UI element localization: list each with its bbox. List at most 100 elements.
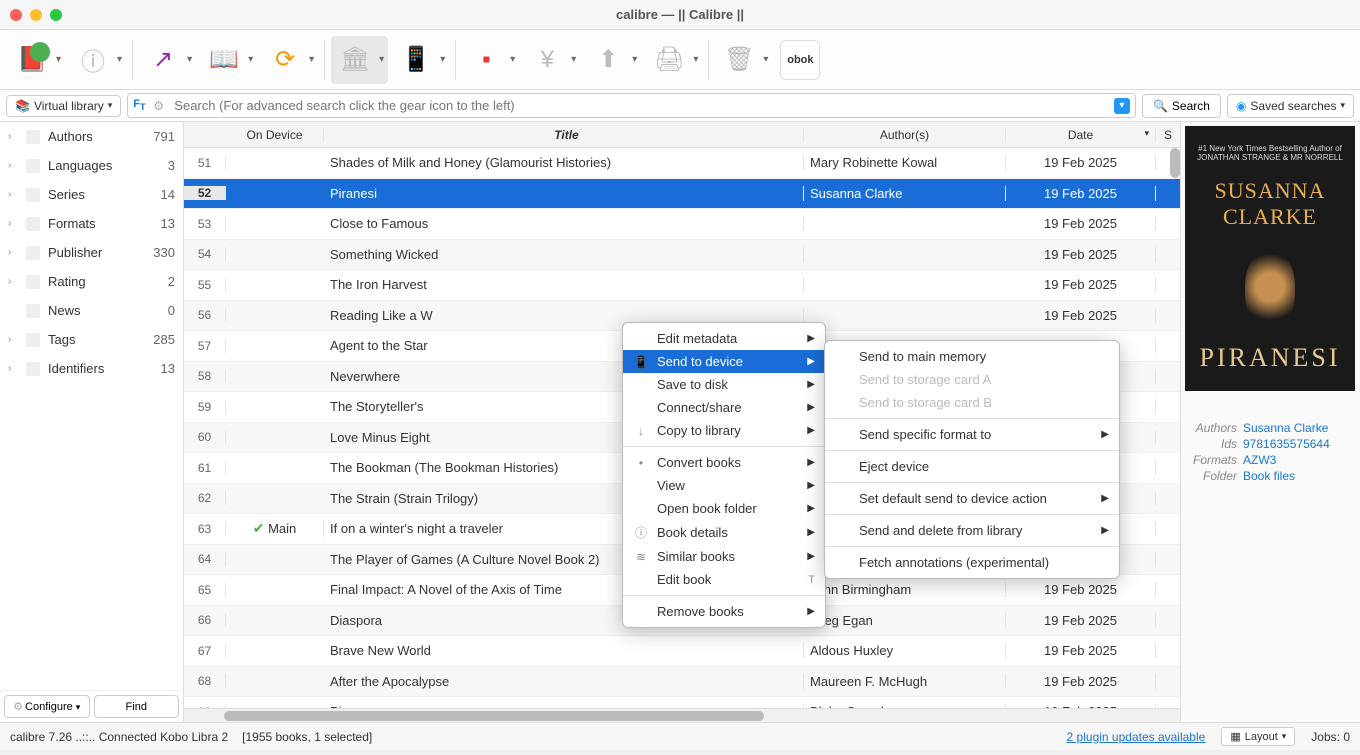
table-row[interactable]: 52PiranesiSusanna Clarke19 Feb 2025: [184, 179, 1180, 210]
connect-share-button[interactable]: 🖨▾: [645, 36, 702, 84]
view-book-button[interactable]: 📖▾: [200, 36, 257, 84]
menu-item-save-to-disk[interactable]: Save to disk▶: [623, 373, 825, 396]
detail-ids-link[interactable]: 9781635575644: [1243, 437, 1356, 451]
convert-books-button[interactable]: ↗▾: [139, 36, 196, 84]
gear-icon[interactable]: ⚙: [153, 99, 164, 113]
menu-item-copy-to-library[interactable]: ↓Copy to library▶: [623, 419, 825, 442]
col-authors[interactable]: Author(s): [804, 128, 1006, 142]
maximize-window-button[interactable]: [50, 9, 62, 21]
menu-item-fetch-annotations-experimental-[interactable]: Fetch annotations (experimental): [825, 551, 1119, 574]
save-to-disk-button[interactable]: ⬆▾: [584, 36, 641, 84]
fulltext-search-icon[interactable]: FT: [133, 98, 145, 112]
table-row[interactable]: 53Close to Famous19 Feb 2025: [184, 209, 1180, 240]
sidebar-item-news[interactable]: News0: [0, 296, 183, 325]
col-title[interactable]: Title: [324, 128, 804, 142]
horizontal-scrollbar-thumb[interactable]: [224, 711, 764, 721]
minimize-window-button[interactable]: [30, 9, 42, 21]
submenu-arrow-icon: ▶: [807, 425, 815, 436]
submenu-arrow-icon: ▶: [807, 503, 815, 514]
find-button[interactable]: Find: [94, 695, 180, 718]
category-icon: [26, 217, 40, 231]
menu-item-send-and-delete-from-library[interactable]: Send and delete from library▶: [825, 519, 1119, 542]
fetch-news-button[interactable]: ⟳▾: [261, 36, 318, 84]
col-date[interactable]: Date▾: [1006, 128, 1156, 142]
table-row[interactable]: 51Shades of Milk and Honey (Glamourist H…: [184, 148, 1180, 179]
configure-button[interactable]: ⚙Configure ▾: [4, 695, 90, 718]
menu-item-open-book-folder[interactable]: Open book folder▶: [623, 497, 825, 520]
book-cover[interactable]: #1 New York Times Bestselling Author of …: [1185, 126, 1355, 391]
search-icon: 🔍: [1153, 99, 1168, 113]
submenu-arrow-icon: ▶: [807, 333, 815, 344]
table-row[interactable]: 69PinesBlake Crouch19 Feb 2025: [184, 697, 1180, 708]
menu-item-send-to-main-memory[interactable]: Send to main memory: [825, 345, 1119, 368]
category-icon: [26, 362, 40, 376]
submenu-arrow-icon: ▶: [1101, 493, 1109, 504]
search-container: FT ⚙ ▾: [127, 93, 1136, 118]
menu-item-eject-device[interactable]: Eject device: [825, 455, 1119, 478]
store-button[interactable]: ▪▾: [462, 36, 519, 84]
menu-item-remove-books[interactable]: Remove books▶: [623, 600, 825, 623]
sidebar-item-tags[interactable]: ›Tags285: [0, 325, 183, 354]
saved-searches-button[interactable]: ◉ Saved searches ▾: [1227, 94, 1354, 118]
menu-item-send-to-storage-card-b: Send to storage card B: [825, 391, 1119, 414]
chevron-down-icon: ▾: [108, 100, 113, 111]
obok-plugin-button[interactable]: obok: [776, 36, 824, 84]
vertical-scrollbar[interactable]: [1170, 148, 1180, 178]
search-dropdown-icon[interactable]: ▾: [1114, 98, 1130, 114]
menu-item-icon: •: [633, 456, 649, 470]
titlebar: calibre — || Calibre ||: [0, 0, 1360, 30]
submenu-arrow-icon: ▶: [807, 379, 815, 390]
edit-metadata-button[interactable]: ⓘ▾: [69, 36, 126, 84]
menu-item-convert-books[interactable]: •Convert books▶: [623, 451, 825, 474]
sidebar-item-series[interactable]: ›Series14: [0, 180, 183, 209]
window-title: calibre — || Calibre ||: [616, 7, 744, 22]
sidebar-item-publisher[interactable]: ›Publisher330: [0, 238, 183, 267]
virtual-library-button[interactable]: 📚 Virtual library ▾: [6, 95, 121, 117]
search-input[interactable]: [127, 93, 1136, 118]
category-icon: [26, 304, 40, 318]
menu-item-send-specific-format-to[interactable]: Send specific format to▶: [825, 423, 1119, 446]
library-button[interactable]: 🏛▾: [331, 36, 388, 84]
menu-item-edit-book[interactable]: Edit bookT: [623, 568, 825, 591]
menu-item-view[interactable]: View▶: [623, 474, 825, 497]
menu-item-edit-metadata[interactable]: Edit metadata▶: [623, 327, 825, 350]
table-row[interactable]: 54Something Wicked19 Feb 2025: [184, 240, 1180, 271]
search-button[interactable]: 🔍 Search: [1142, 94, 1221, 118]
close-window-button[interactable]: [10, 9, 22, 21]
submenu-arrow-icon: ▶: [807, 551, 815, 562]
col-s[interactable]: S: [1156, 128, 1180, 142]
remove-books-button[interactable]: 🗑▾: [715, 36, 772, 84]
sidebar-item-languages[interactable]: ›Languages3: [0, 151, 183, 180]
add-books-button[interactable]: 📕▾: [8, 36, 65, 84]
category-icon: [26, 130, 40, 144]
horizontal-scrollbar-track[interactable]: [184, 708, 1180, 722]
context-submenu: Send to main memory Send to storage card …: [824, 340, 1120, 579]
sidebar-item-formats[interactable]: ›Formats13: [0, 209, 183, 238]
menu-item-book-details[interactable]: ⓘBook details▶: [623, 520, 825, 545]
expand-arrow-icon: ›: [8, 363, 18, 374]
detail-authors-link[interactable]: Susanna Clarke: [1243, 421, 1356, 435]
jobs-indicator[interactable]: Jobs: 0: [1311, 730, 1350, 744]
plugin-updates-link[interactable]: 2 plugin updates available: [1067, 730, 1206, 744]
table-row[interactable]: 67Brave New WorldAldous Huxley19 Feb 202…: [184, 636, 1180, 667]
menu-item-send-to-device[interactable]: 📱Send to device▶: [623, 350, 825, 373]
sidebar-item-authors[interactable]: ›Authors791: [0, 122, 183, 151]
menu-item-set-default-send-to-device-action[interactable]: Set default send to device action▶: [825, 487, 1119, 510]
expand-arrow-icon: ›: [8, 218, 18, 229]
layout-button[interactable]: ▦ Layout ▾: [1221, 727, 1295, 746]
detail-formats-link[interactable]: AZW3: [1243, 453, 1356, 467]
status-counts: [1955 books, 1 selected]: [242, 730, 372, 744]
submenu-arrow-icon: ▶: [1101, 525, 1109, 536]
table-row[interactable]: 55The Iron Harvest19 Feb 2025: [184, 270, 1180, 301]
col-on-device[interactable]: On Device: [226, 128, 324, 142]
detail-folder-link[interactable]: Book files: [1243, 469, 1356, 483]
donate-button[interactable]: ¥▾: [523, 36, 580, 84]
menu-item-connect-share[interactable]: Connect/share▶: [623, 396, 825, 419]
device-button[interactable]: 📱▾: [392, 36, 449, 84]
table-row[interactable]: 68After the ApocalypseMaureen F. McHugh1…: [184, 667, 1180, 698]
menu-item-similar-books[interactable]: ≋Similar books▶: [623, 545, 825, 568]
sidebar-item-rating[interactable]: ›Rating2: [0, 267, 183, 296]
chevron-down-icon: ▾: [1340, 100, 1345, 111]
sidebar-item-identifiers[interactable]: ›Identifiers13: [0, 354, 183, 383]
menu-item-icon: ⓘ: [633, 524, 649, 541]
